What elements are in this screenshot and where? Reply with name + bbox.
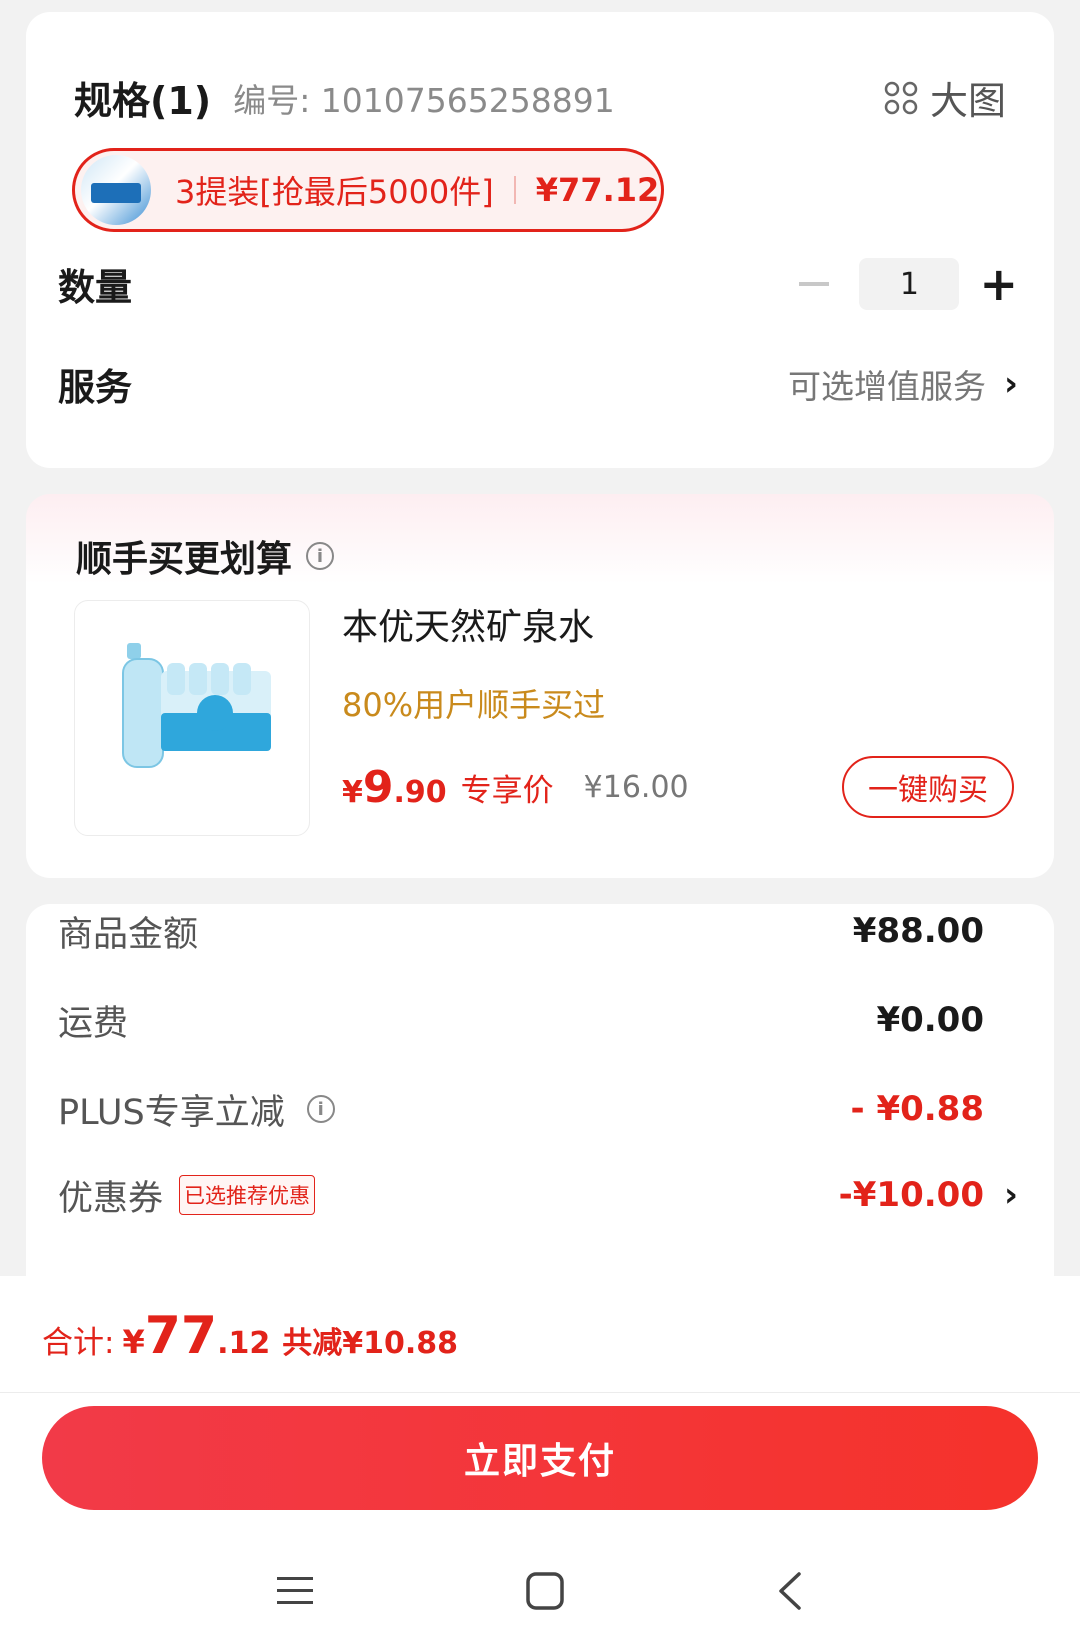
service-link[interactable]: 可选增值服务 › — [788, 360, 1018, 408]
chevron-right-icon: › — [1003, 1175, 1018, 1215]
original-price: ¥16.00 — [583, 769, 689, 805]
back-icon[interactable] — [775, 1571, 805, 1611]
summary-card: 商品金额 ¥88.00 运费 ¥0.00 PLUS专享立减 i - ¥0.88 … — [26, 904, 1054, 1304]
summary-value: ¥88.00 — [852, 911, 984, 951]
total-label: 合计: — [42, 1325, 115, 1361]
variant-thumbnail — [81, 155, 151, 225]
chevron-right-icon: › — [1003, 364, 1018, 404]
exclusive-price: ¥9.90 — [342, 762, 447, 813]
recommend-title: 顺手买更划算 i — [76, 530, 335, 582]
price-decimal: .90 — [393, 774, 447, 810]
info-icon[interactable]: i — [306, 1095, 335, 1123]
summary-row-coupon[interactable]: 优惠券 已选推荐优惠 -¥10.00 › — [58, 1170, 1018, 1220]
recommend-title-text: 顺手买更划算 — [76, 539, 293, 580]
summary-label: PLUS专享立减 i — [58, 1084, 335, 1135]
summary-row-plus-discount: PLUS专享立减 i - ¥0.88 — [58, 1084, 1018, 1134]
quantity-stepper: 1 + — [799, 258, 1018, 310]
service-row[interactable]: 服务 可选增值服务 › — [58, 354, 1018, 414]
total-row: 合计: ¥ 77 .12 共减¥10.88 — [42, 1306, 458, 1366]
big-image-label: 大图 — [929, 79, 1006, 123]
product-info: 本优天然矿泉水 80%用户顺手买过 ¥9.90 专享价 ¥16.00 一键购买 — [342, 598, 1014, 818]
price-row: ¥9.90 专享价 ¥16.00 一键购买 — [342, 756, 1014, 818]
product-image[interactable] — [74, 600, 310, 836]
service-label: 服务 — [58, 366, 132, 409]
variant-option-selected[interactable]: 3提装[抢最后5000件] ¥77.12 — [72, 148, 664, 232]
total-integer: 77 — [144, 1306, 218, 1366]
water-bottle-icon — [122, 643, 271, 768]
total-decimal: .12 — [217, 1326, 271, 1361]
product-name[interactable]: 本优天然矿泉水 — [342, 598, 1014, 650]
variant-price: ¥77.12 — [535, 171, 660, 209]
summary-label: 商品金额 — [58, 914, 199, 955]
checkout-bar: 合计: ¥ 77 .12 共减¥10.88 立即支付 — [0, 1276, 1080, 1645]
price-currency: ¥ — [342, 774, 363, 810]
grid-icon — [884, 81, 918, 114]
quantity-row: 数量 1 + — [58, 254, 1018, 314]
menu-icon[interactable] — [275, 1573, 315, 1609]
summary-label-text: PLUS专享立减 — [58, 1092, 285, 1133]
summary-label-text: 优惠券 — [58, 1178, 164, 1219]
summary-row-shipping: 运费 ¥0.00 — [58, 995, 1018, 1045]
variant-name: 3提装[抢最后5000件] — [175, 173, 494, 211]
recommend-card: 顺手买更划算 i 本优天然矿泉水 80%用户顺手买过 ¥9.90 专享价 ¥16… — [26, 494, 1054, 878]
coupon-tag: 已选推荐优惠 — [179, 1175, 316, 1215]
sku-number: 编号: 10107565258891 — [233, 80, 615, 120]
summary-value: - ¥0.88 — [850, 1089, 985, 1129]
total-currency: ¥ — [122, 1323, 145, 1361]
pay-now-button[interactable]: 立即支付 — [42, 1406, 1038, 1510]
summary-label: 运费 — [58, 1003, 129, 1044]
summary-row-goods-amount: 商品金额 ¥88.00 — [58, 906, 1018, 956]
summary-value: ¥0.00 — [876, 1000, 984, 1040]
one-click-buy-button[interactable]: 一键购买 — [842, 756, 1014, 818]
total-saved: 共减¥10.88 — [282, 1326, 459, 1361]
summary-label: 优惠券 已选推荐优惠 — [58, 1170, 316, 1221]
spec-card: 规格(1) 编号: 10107565258891 大图 3提装[抢最后5000件… — [26, 12, 1054, 468]
big-image-button[interactable]: 大图 — [884, 70, 1006, 125]
price-integer: 9 — [362, 761, 394, 813]
service-link-text: 可选增值服务 — [787, 367, 986, 406]
spec-header: 规格(1) 编号: 10107565258891 大图 — [74, 70, 1006, 125]
home-icon[interactable] — [525, 1571, 565, 1611]
quantity-label: 数量 — [58, 266, 132, 309]
quantity-input[interactable]: 1 — [859, 258, 960, 310]
spec-title: 规格(1) — [74, 79, 212, 123]
divider — [0, 1392, 1080, 1393]
purchase-stat: 80%用户顺手买过 — [342, 686, 606, 724]
plus-button[interactable]: + — [979, 261, 1018, 307]
info-icon[interactable]: i — [306, 542, 335, 570]
minus-button[interactable] — [799, 282, 830, 286]
system-nav-bar — [0, 1556, 1080, 1626]
variant-divider — [513, 176, 516, 204]
exclusive-label: 专享价 — [460, 772, 554, 809]
summary-value: -¥10.00 — [838, 1175, 984, 1215]
